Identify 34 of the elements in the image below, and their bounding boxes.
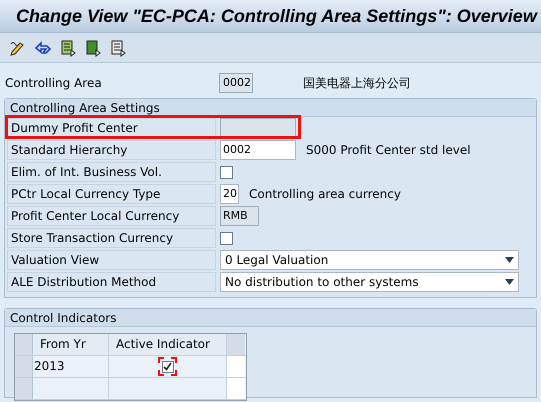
column-header: From Yr [33,334,109,355]
input-field[interactable]: 20 [220,184,239,204]
document-icon[interactable] [59,38,77,56]
input-field[interactable]: 0002 [220,140,296,160]
checkbox[interactable] [220,232,233,244]
field-label: Profit Center Local Currency [7,206,216,226]
field-label: Store Transaction Currency [7,228,216,248]
input-field[interactable]: 0002 [219,73,253,93]
field-label: Controlling Area [5,75,103,92]
field-description: S000 Profit Center std level [306,142,471,159]
input-field[interactable]: RMB [220,206,259,226]
document-icon[interactable] [109,38,127,56]
caret-icon [505,279,514,285]
field-label: Elim. of Int. Business Vol. [7,162,216,182]
dropdown[interactable]: 0 Legal Valuation [220,250,519,270]
field-description: Controlling area currency [249,186,401,203]
window-title: Change View "EC-PCA: Controlling Area Settings": Overview [16,4,537,28]
field-label: PCtr Local Currency Type [7,184,216,204]
field-label: Valuation View [7,250,216,270]
document-icon[interactable] [84,38,102,56]
field-label: Standard Hierarchy [7,140,216,160]
checkbox[interactable] [220,166,233,178]
field-label: Dummy Profit Center [7,118,216,138]
arrow-icon[interactable] [34,38,52,56]
group-title: Controlling Area Settings [10,100,160,116]
table-cell: 2013 [33,356,109,377]
checkbox[interactable] [162,360,174,372]
field-description: 国美电器上海分公司 [303,75,411,92]
caret-icon [505,257,514,263]
input-field[interactable] [220,118,296,138]
field-label: ALE Distribution Method [7,272,216,292]
column-header: Active Indicator [109,334,227,355]
group-title: Control Indicators [10,310,116,326]
dropdown[interactable]: No distribution to other systems [220,272,519,292]
